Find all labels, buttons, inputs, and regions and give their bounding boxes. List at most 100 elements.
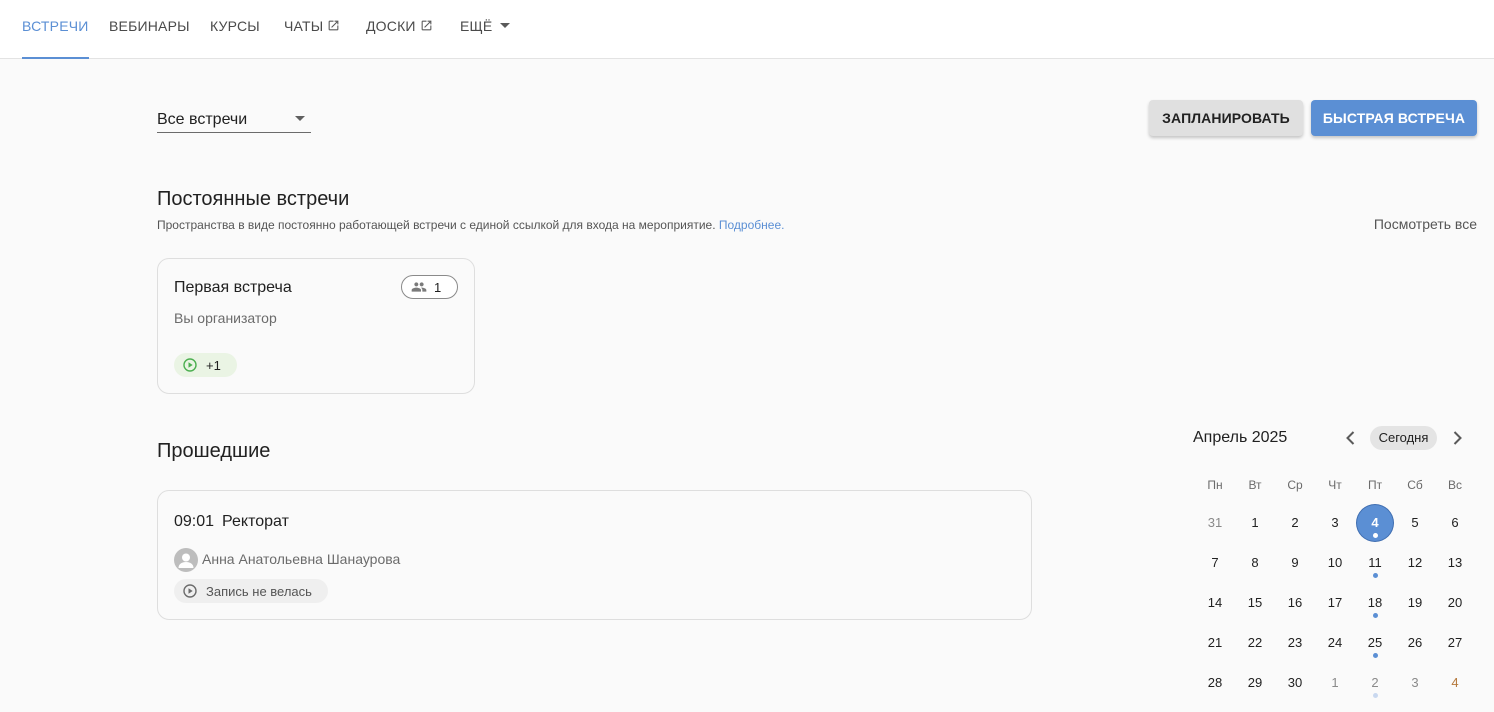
- description-text: Пространства в виде постоянно работающей…: [157, 218, 716, 232]
- meeting-title: Ректорат: [222, 513, 289, 530]
- chevron-right-icon: [1453, 431, 1462, 445]
- meeting-title: Первая встреча: [174, 279, 292, 296]
- calendar-day[interactable]: 22: [1237, 625, 1273, 661]
- meeting-time: 09:01: [174, 513, 215, 530]
- quick-meeting-button[interactable]: БЫСТРАЯ ВСТРЕЧА: [1311, 100, 1477, 136]
- calendar-day[interactable]: 3: [1397, 665, 1433, 701]
- permanent-meeting-card[interactable]: Первая встреча 1 Вы организатор +1: [157, 258, 475, 394]
- day-number: 4: [1371, 515, 1379, 530]
- calendar-prev-button[interactable]: [1341, 429, 1361, 447]
- calendar-day[interactable]: 7: [1197, 545, 1233, 581]
- calendar-day[interactable]: 30: [1277, 665, 1313, 701]
- calendar-day[interactable]: 4: [1437, 665, 1473, 701]
- calendar-day[interactable]: 9: [1277, 545, 1313, 581]
- event-dot: [1373, 533, 1378, 538]
- calendar-day[interactable]: 1: [1317, 665, 1353, 701]
- calendar-day[interactable]: 2: [1357, 665, 1393, 701]
- tab-webinars[interactable]: ВЕБИНАРЫ: [109, 0, 190, 58]
- weekday-label: Пт: [1367, 478, 1383, 492]
- day-number: 4: [1451, 675, 1459, 690]
- weekday-label: Сб: [1407, 478, 1423, 492]
- calendar-today-button[interactable]: Сегодня: [1370, 426, 1437, 450]
- day-number: 10: [1327, 555, 1343, 570]
- calendar-day[interactable]: 1: [1237, 505, 1273, 541]
- calendar-day[interactable]: 25: [1357, 625, 1393, 661]
- calendar-day[interactable]: 8: [1237, 545, 1273, 581]
- recordings-badge[interactable]: +1: [174, 353, 237, 377]
- day-number: 22: [1247, 635, 1263, 650]
- weekday-label: Вс: [1447, 478, 1462, 492]
- tab-label: КУРСЫ: [210, 18, 260, 34]
- external-link-icon: [421, 20, 432, 31]
- day-number: 30: [1287, 675, 1303, 690]
- calendar-day[interactable]: 23: [1277, 625, 1313, 661]
- calendar-day[interactable]: 21: [1197, 625, 1233, 661]
- day-number: 20: [1447, 595, 1463, 610]
- calendar-day[interactable]: 19: [1397, 585, 1433, 621]
- calendar-day-selected[interactable]: 4: [1357, 505, 1393, 541]
- weekday-label: Пн: [1207, 478, 1223, 492]
- day-number: 31: [1207, 515, 1223, 530]
- meetings-filter-select[interactable]: Все встречи: [157, 106, 311, 133]
- person-icon: [178, 553, 194, 568]
- calendar-day[interactable]: 26: [1397, 625, 1433, 661]
- event-dot: [1373, 573, 1378, 578]
- recording-status: Запись не велась: [206, 584, 312, 599]
- day-number: 3: [1331, 515, 1339, 530]
- calendar-day[interactable]: 13: [1437, 545, 1473, 581]
- calendar-day[interactable]: 2: [1277, 505, 1313, 541]
- calendar-day[interactable]: 31: [1197, 505, 1233, 541]
- tab-label: ЕЩЁ: [460, 18, 493, 34]
- calendar-day[interactable]: 28: [1197, 665, 1233, 701]
- schedule-button[interactable]: ЗАПЛАНИРОВАТЬ: [1149, 100, 1303, 136]
- day-number: 24: [1327, 635, 1343, 650]
- participants-count: 1: [434, 280, 442, 295]
- day-number: 7: [1211, 555, 1219, 570]
- day-number: 5: [1411, 515, 1419, 530]
- calendar-day[interactable]: 27: [1437, 625, 1473, 661]
- day-number: 21: [1207, 635, 1223, 650]
- day-number: 1: [1251, 515, 1259, 530]
- day-number: 12: [1407, 555, 1423, 570]
- calendar-day[interactable]: 14: [1197, 585, 1233, 621]
- calendar-day[interactable]: 15: [1237, 585, 1273, 621]
- recordings-count: +1: [206, 358, 221, 373]
- calendar-day[interactable]: 29: [1237, 665, 1273, 701]
- past-meeting-card[interactable]: 09:01 Ректорат Анна Анатольевна Шанаурова…: [157, 490, 1032, 620]
- calendar-next-button[interactable]: [1447, 429, 1467, 447]
- calendar-day[interactable]: 10: [1317, 545, 1353, 581]
- calendar-day[interactable]: 24: [1317, 625, 1353, 661]
- calendar-day[interactable]: 16: [1277, 585, 1313, 621]
- tab-boards[interactable]: ДОСКИ: [366, 0, 433, 58]
- day-number: 23: [1287, 635, 1303, 650]
- calendar-day[interactable]: 17: [1317, 585, 1353, 621]
- avatar: [174, 548, 198, 572]
- meeting-author: Анна Анатольевна Шанаурова: [202, 551, 401, 567]
- more-info-link[interactable]: Подробнее.: [719, 218, 785, 232]
- calendar-day[interactable]: 20: [1437, 585, 1473, 621]
- weekday-label: Вт: [1248, 478, 1262, 492]
- calendar-day[interactable]: 5: [1397, 505, 1433, 541]
- recording-status-badge: Запись не велась: [174, 579, 328, 603]
- day-number: 28: [1207, 675, 1223, 690]
- calendar-day[interactable]: 6: [1437, 505, 1473, 541]
- calendar-day[interactable]: 12: [1397, 545, 1433, 581]
- tab-chats[interactable]: ЧАТЫ: [284, 0, 340, 58]
- event-dot: [1373, 653, 1378, 658]
- calendar-day[interactable]: 3: [1317, 505, 1353, 541]
- calendar-day[interactable]: 11: [1357, 545, 1393, 581]
- day-number: 13: [1447, 555, 1463, 570]
- tab-meetings[interactable]: ВСТРЕЧИ: [22, 0, 89, 59]
- calendar-month: Апрель 2025: [1193, 429, 1288, 446]
- tab-label: ВСТРЕЧИ: [22, 18, 89, 34]
- tab-more[interactable]: ЕЩЁ: [460, 0, 511, 58]
- filter-value: Все встречи: [157, 111, 248, 128]
- day-number: 3: [1411, 675, 1419, 690]
- day-number: 8: [1251, 555, 1259, 570]
- tab-courses[interactable]: КУРСЫ: [210, 0, 260, 58]
- tab-label: ЧАТЫ: [284, 18, 324, 34]
- calendar-day[interactable]: 18: [1357, 585, 1393, 621]
- view-all-link[interactable]: Посмотреть все: [1374, 216, 1477, 232]
- event-dot: [1373, 693, 1378, 698]
- day-number: 6: [1451, 515, 1459, 530]
